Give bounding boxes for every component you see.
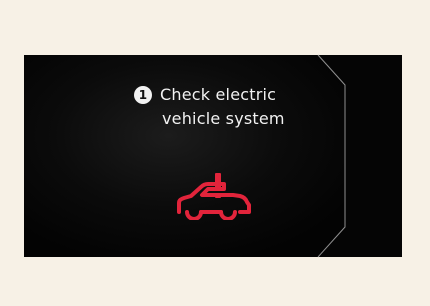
- message-text-line-1: Check electric: [160, 85, 277, 104]
- step-number-badge: 1: [134, 86, 152, 104]
- warning-message: 1 Check electric vehicle system: [134, 83, 285, 131]
- instrument-cluster-display: [24, 54, 402, 258]
- car-warning-icon: [174, 172, 264, 221]
- message-text-line-2: vehicle system: [162, 109, 285, 128]
- message-line-1: 1 Check electric: [134, 83, 285, 107]
- page-background: 1 Check electric vehicle system: [0, 0, 430, 306]
